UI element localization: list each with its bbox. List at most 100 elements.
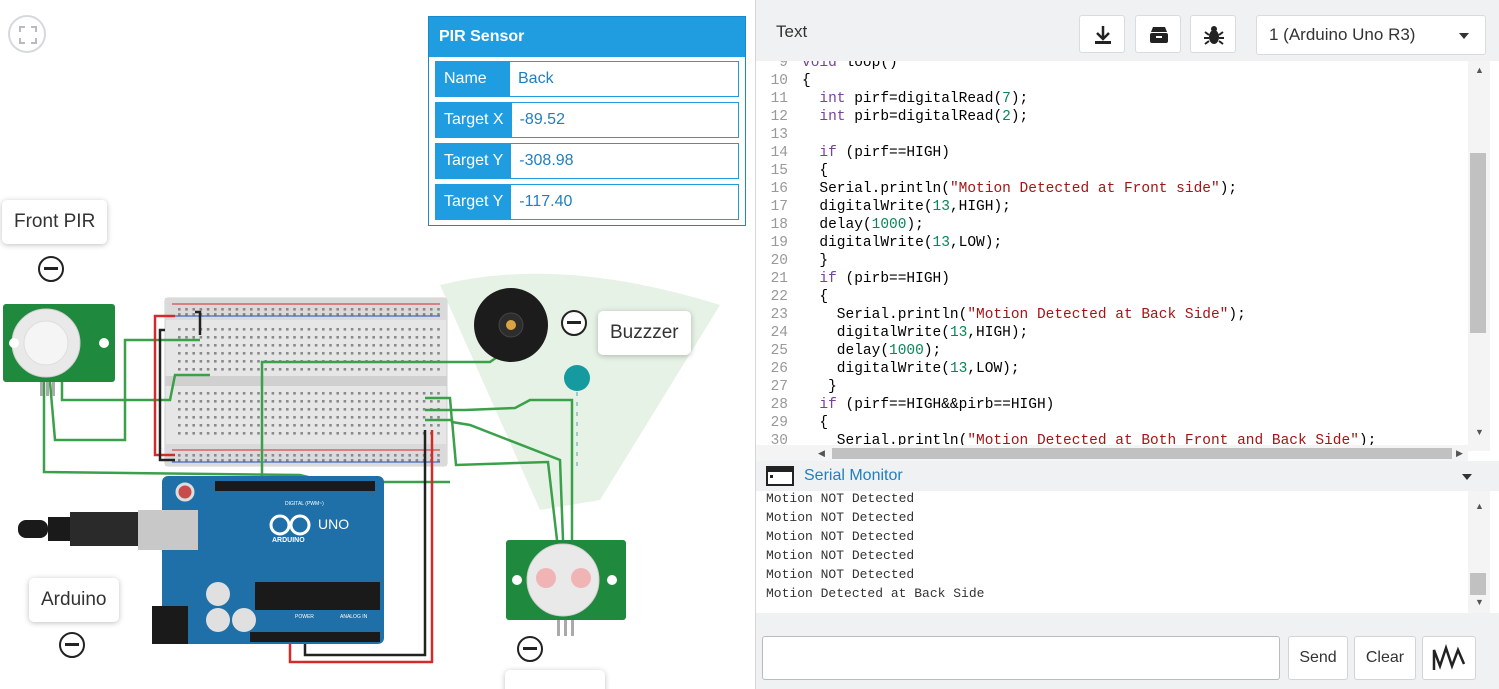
line-number: 12 [770, 109, 788, 125]
line-number: 14 [770, 145, 788, 161]
graph-button[interactable] [1422, 636, 1476, 680]
inspector-label: Target X [436, 103, 512, 137]
serial-monitor-header[interactable]: Serial Monitor [756, 461, 1499, 491]
code-text: { [802, 73, 811, 89]
scroll-left-arrow-icon[interactable]: ◀ [818, 448, 825, 459]
line-number: 19 [770, 235, 788, 251]
code-line: 29 { [756, 414, 1468, 432]
code-editor[interactable]: 9 void loop() 10 {11 int pirf=digitalRead(7… [756, 61, 1499, 461]
collapse-back-pir-icon[interactable] [517, 636, 543, 662]
fit-view-button[interactable] [8, 15, 46, 53]
serial-line: Motion NOT Detected [766, 567, 915, 582]
scroll-up-arrow-icon[interactable]: ▲ [1475, 65, 1484, 75]
collapse-serial-monitor-icon[interactable] [1462, 474, 1472, 480]
bug-icon [1204, 26, 1224, 45]
serial-line: Motion NOT Detected [766, 548, 915, 563]
graph-icon [1432, 644, 1466, 670]
buzzer-label[interactable]: Buzzzer [598, 311, 691, 355]
board-brand-label: ARDUINO [272, 537, 305, 544]
code-line: 21 if (pirb==HIGH) [756, 270, 1468, 288]
board-select[interactable]: 1 (Arduino Uno R3) [1256, 15, 1486, 55]
line-number: 15 [770, 163, 788, 179]
line-number: 10 [770, 73, 788, 89]
inspector-label: Name [436, 62, 510, 96]
serial-scroll-up-icon[interactable]: ▲ [1475, 501, 1484, 511]
circuit-canvas[interactable]: UNO ARDUINO DIGITAL (PWM~) POWER ANALOG … [0, 0, 755, 689]
code-line: 10 { [756, 72, 1468, 90]
serial-monitor-output[interactable]: Motion NOT Detected Motion NOT Detected Mo… [756, 491, 1499, 613]
back-pir-label-partial[interactable] [505, 670, 605, 689]
code-line: 20 } [756, 252, 1468, 270]
code-text: Serial.println("Motion Detected at Front… [802, 181, 1238, 197]
serial-input[interactable] [762, 636, 1280, 680]
target-y2-field[interactable]: -117.40 [511, 185, 738, 219]
line-number: 13 [770, 127, 788, 143]
code-line: 14 if (pirf==HIGH) [756, 144, 1468, 162]
inspector-row-target-y: Target Y -308.98 [435, 143, 739, 179]
code-text: Serial.println("Motion Detected at Back … [802, 307, 1246, 323]
arduino-label[interactable]: Arduino [29, 578, 119, 622]
library-button[interactable] [1135, 15, 1181, 53]
collapse-front-pir-icon[interactable] [38, 256, 64, 282]
target-y-field[interactable]: -308.98 [511, 144, 738, 178]
line-number: 22 [770, 289, 788, 305]
buzzer [474, 288, 548, 362]
debugger-button[interactable] [1190, 15, 1236, 53]
editor-hscroll-thumb[interactable] [832, 448, 1452, 459]
line-number: 16 [770, 181, 788, 197]
line-number: 11 [770, 91, 788, 107]
serial-lines: Motion NOT Detected Motion NOT Detected Mo… [756, 491, 984, 603]
serial-scroll-thumb[interactable] [1470, 573, 1486, 595]
code-text: { [802, 163, 829, 179]
code-text: digitalWrite(13,LOW); [802, 235, 1003, 251]
clear-button[interactable]: Clear [1354, 636, 1416, 680]
front-pir-sensor [3, 304, 115, 396]
send-button[interactable]: Send [1288, 636, 1348, 680]
inspector-row-name: Name Back [435, 61, 739, 97]
line-number: 28 [770, 397, 788, 413]
component-inspector: PIR Sensor Name Back Target X -89.52 Tar… [428, 16, 746, 226]
serial-scroll-down-icon[interactable]: ▼ [1475, 597, 1484, 607]
code-lines: 9 void loop() 10 {11 int pirf=digitalRead(7… [756, 61, 1468, 461]
line-number: 29 [770, 415, 788, 431]
line-number: 26 [770, 361, 788, 377]
code-line: 25 delay(1000); [756, 342, 1468, 360]
inspector-row-target-x: Target X -89.52 [435, 102, 739, 138]
code-line: 26 digitalWrite(13,LOW); [756, 360, 1468, 378]
download-button[interactable] [1079, 15, 1125, 53]
code-line: 22 { [756, 288, 1468, 306]
name-field[interactable]: Back [510, 62, 738, 96]
target-x-field[interactable]: -89.52 [511, 103, 738, 137]
code-line: 11 int pirf=digitalRead(7); [756, 90, 1468, 108]
code-toolbar: Text 1 (Arduino Uno R3) [756, 5, 1499, 61]
code-text: } [802, 253, 829, 269]
download-icon [1095, 26, 1111, 44]
scroll-down-arrow-icon[interactable]: ▼ [1475, 427, 1484, 437]
code-line: 28 if (pirf==HIGH&&pirb==HIGH) [756, 396, 1468, 414]
code-text: if (pirb==HIGH) [819, 271, 950, 287]
line-number: 18 [770, 217, 788, 233]
front-pir-label[interactable]: Front PIR [2, 200, 108, 244]
chevron-down-icon [1459, 33, 1469, 39]
pir-target-handle [564, 365, 590, 391]
collapse-arduino-icon[interactable] [59, 632, 85, 658]
code-text: digitalWrite(13,LOW); [802, 361, 1020, 377]
code-text: void loop() [802, 61, 898, 71]
code-text: } [802, 379, 837, 395]
code-text: { [802, 289, 829, 305]
scroll-right-arrow-icon[interactable]: ▶ [1456, 448, 1463, 459]
line-number: 21 [770, 271, 788, 287]
breadboard [164, 297, 448, 467]
serial-line: Motion NOT Detected [766, 510, 915, 525]
editor-mode-dropdown[interactable]: Text [776, 22, 807, 42]
code-text: int pirf=digitalRead(7); [819, 91, 1029, 107]
inspector-title: PIR Sensor [439, 28, 525, 45]
inspector-label: Target Y [436, 185, 512, 219]
line-number: 27 [770, 379, 788, 395]
code-line: 19 digitalWrite(13,LOW); [756, 234, 1468, 252]
serial-monitor-icon [766, 466, 794, 486]
collapse-buzzer-icon[interactable] [561, 310, 587, 336]
serial-line: Motion NOT Detected [766, 529, 915, 544]
code-text: if (pirf==HIGH) [819, 145, 950, 161]
editor-scroll-thumb[interactable] [1470, 153, 1486, 333]
